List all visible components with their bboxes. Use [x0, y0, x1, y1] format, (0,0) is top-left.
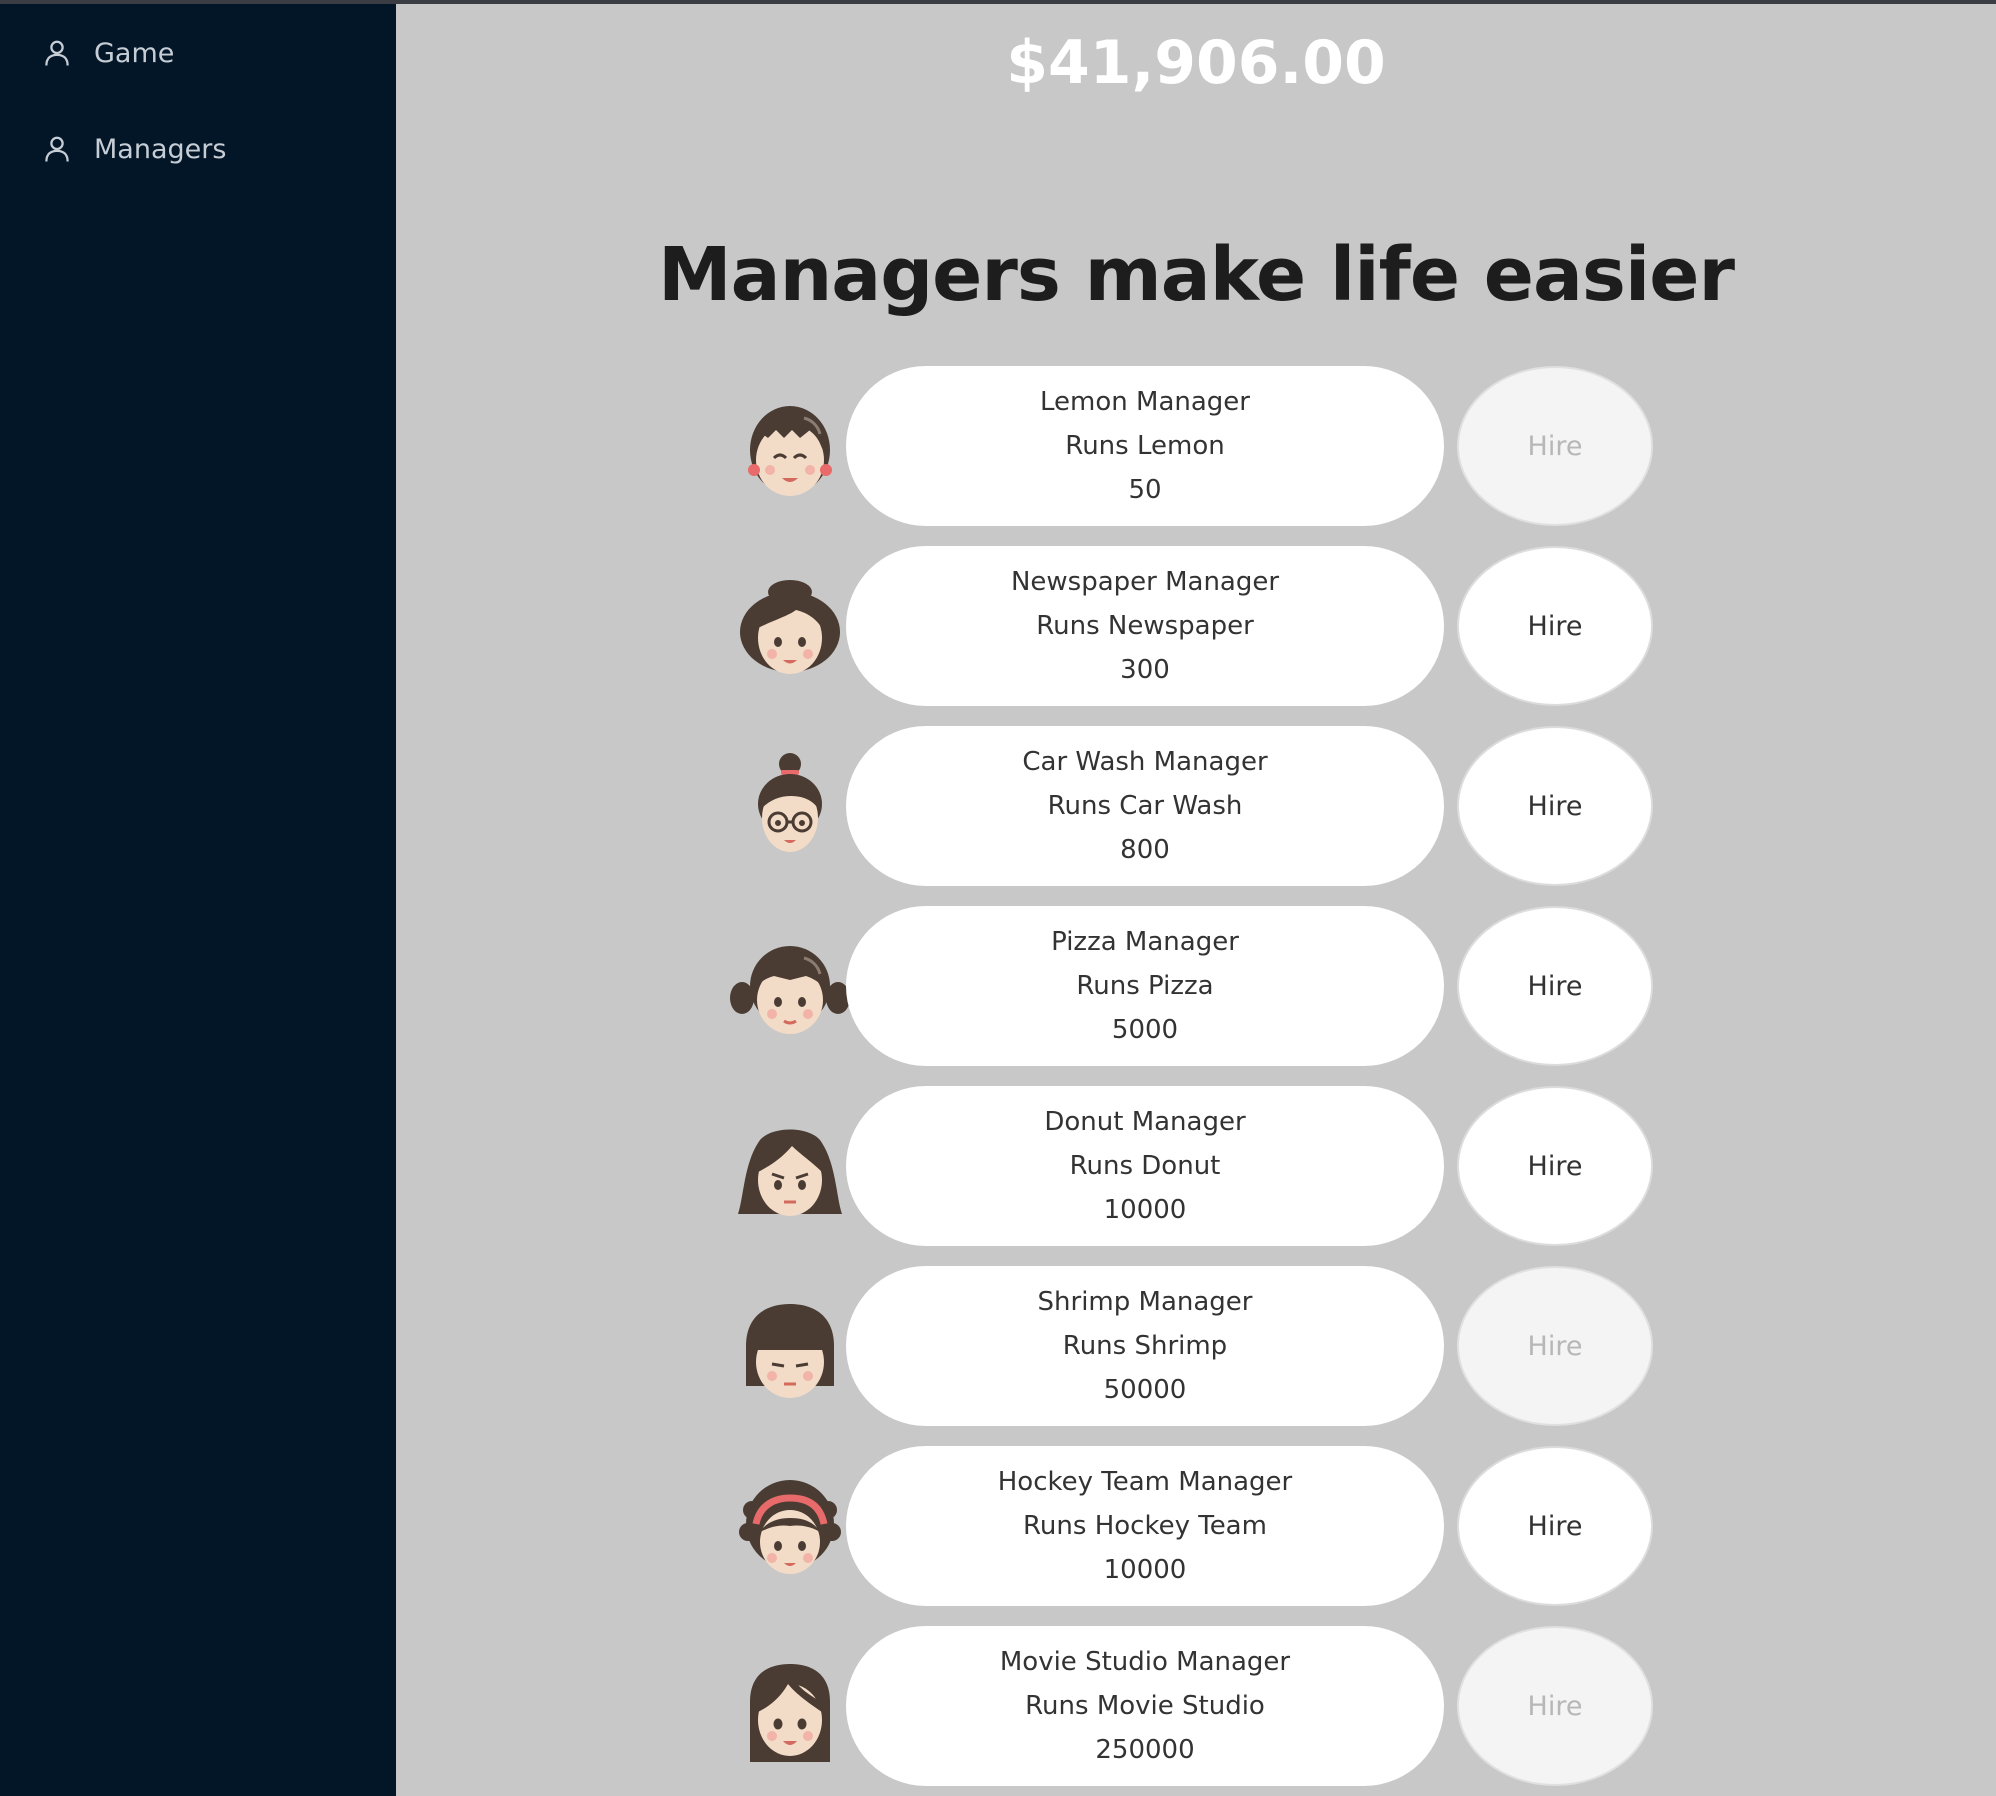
manager-runs: Runs Hockey Team [1023, 1511, 1267, 1541]
manager-runs: Runs Donut [1069, 1151, 1221, 1181]
manager-card: Shrimp Manager Runs Shrimp 50000 [846, 1266, 1444, 1426]
sidebar-item-managers[interactable]: Managers [42, 129, 226, 169]
hire-button-lemon[interactable]: Hire [1457, 366, 1653, 526]
hire-button-pizza[interactable]: Hire [1457, 906, 1653, 1066]
money-balance: $41,906.00 [1006, 28, 1386, 98]
main-content: $41,906.00 Managers make life easier Lem… [396, 4, 1996, 1796]
manager-row: Lemon Manager Runs Lemon 50 Hire [396, 366, 1996, 526]
manager-row: Donut Manager Runs Donut 10000 Hire [396, 1086, 1996, 1246]
hire-button-car-wash[interactable]: Hire [1457, 726, 1653, 886]
hire-button-donut[interactable]: Hire [1457, 1086, 1653, 1246]
manager-row: Movie Studio Manager Runs Movie Studio 2… [396, 1626, 1996, 1786]
manager-cost: 250000 [1095, 1735, 1195, 1765]
manager-runs: Runs Movie Studio [1025, 1691, 1265, 1721]
manager-runs: Runs Newspaper [1036, 611, 1254, 641]
manager-row: Car Wash Manager Runs Car Wash 800 Hire [396, 726, 1996, 886]
hire-button-hockey-team[interactable]: Hire [1457, 1446, 1653, 1606]
manager-name: Donut Manager [1044, 1107, 1246, 1137]
manager-name: Pizza Manager [1051, 927, 1239, 957]
manager-cost: 10000 [1103, 1195, 1187, 1225]
manager-card: Lemon Manager Runs Lemon 50 [846, 366, 1444, 526]
avatar-woman-curly-hair-icon [730, 566, 850, 686]
manager-cost: 10000 [1103, 1555, 1187, 1585]
avatar-woman-bun-glasses-icon [730, 746, 850, 866]
manager-runs: Runs Car Wash [1047, 791, 1243, 821]
manager-card: Car Wash Manager Runs Car Wash 800 [846, 726, 1444, 886]
manager-name: Lemon Manager [1040, 387, 1250, 417]
avatar-woman-straight-bangs-icon [730, 1286, 850, 1406]
page-title: Managers make life easier [658, 232, 1735, 318]
manager-name: Shrimp Manager [1037, 1287, 1253, 1317]
manager-runs: Runs Shrimp [1062, 1331, 1228, 1361]
manager-name: Hockey Team Manager [997, 1467, 1293, 1497]
manager-runs: Runs Lemon [1065, 431, 1225, 461]
avatar-woman-headband-icon [730, 1466, 850, 1586]
user-icon [45, 40, 69, 66]
sidebar-item-label: Game [94, 37, 175, 69]
user-icon [45, 136, 69, 162]
manager-row: Newspaper Manager Runs Newspaper 300 Hir… [396, 546, 1996, 706]
manager-card: Movie Studio Manager Runs Movie Studio 2… [846, 1626, 1444, 1786]
avatar-woman-bob-hair-icon [730, 1106, 850, 1226]
manager-name: Car Wash Manager [1022, 747, 1268, 777]
manager-row: Hockey Team Manager Runs Hockey Team 100… [396, 1446, 1996, 1606]
manager-cost: 800 [1120, 835, 1170, 865]
manager-card: Donut Manager Runs Donut 10000 [846, 1086, 1444, 1246]
avatar-girl-bangs-earrings-icon [730, 386, 850, 506]
manager-card: Pizza Manager Runs Pizza 5000 [846, 906, 1444, 1066]
manager-name: Newspaper Manager [1010, 567, 1280, 597]
manager-card: Hockey Team Manager Runs Hockey Team 100… [846, 1446, 1444, 1606]
hire-button-shrimp[interactable]: Hire [1457, 1266, 1653, 1426]
manager-row: Pizza Manager Runs Pizza 5000 Hire [396, 906, 1996, 1066]
hire-button-movie-studio[interactable]: Hire [1457, 1626, 1653, 1786]
manager-cost: 50 [1128, 475, 1162, 505]
manager-runs: Runs Pizza [1076, 971, 1214, 1001]
sidebar-item-label: Managers [94, 133, 227, 165]
sidebar: Game Managers [0, 4, 396, 1796]
manager-row: Shrimp Manager Runs Shrimp 50000 Hire [396, 1266, 1996, 1426]
sidebar-item-game[interactable]: Game [42, 33, 174, 73]
avatar-girl-pigtails-icon [730, 926, 850, 1046]
manager-cost: 5000 [1111, 1015, 1179, 1045]
manager-card: Newspaper Manager Runs Newspaper 300 [846, 546, 1444, 706]
manager-name: Movie Studio Manager [999, 1647, 1291, 1677]
manager-cost: 50000 [1103, 1375, 1187, 1405]
avatar-woman-long-hair-icon [730, 1646, 850, 1766]
hire-button-newspaper[interactable]: Hire [1457, 546, 1653, 706]
manager-cost: 300 [1120, 655, 1170, 685]
